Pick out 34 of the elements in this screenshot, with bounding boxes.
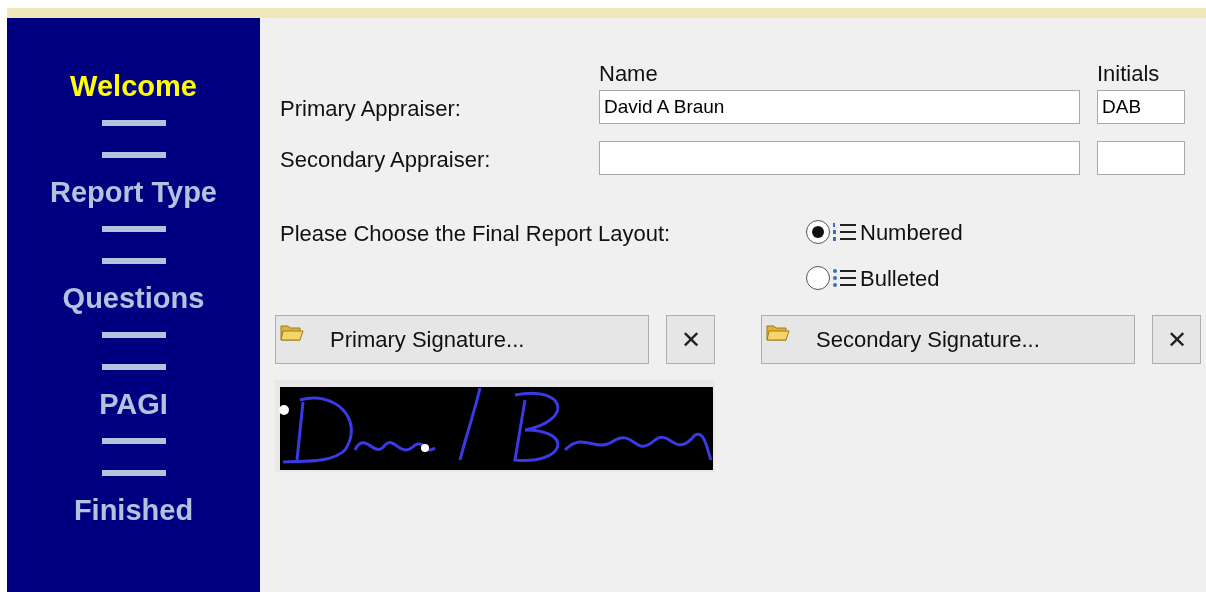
- clear-button[interactable]: ✕: [1152, 315, 1201, 364]
- radio-button[interactable]: [806, 220, 830, 244]
- radio-option[interactable]: Bulleted: [806, 255, 940, 301]
- layout-label: Please Choose the Final Report Layout:: [280, 220, 672, 248]
- sidebar-item[interactable]: Welcome: [70, 68, 197, 104]
- signature-button[interactable]: Primary Signature...: [275, 315, 649, 364]
- signature-button[interactable]: Secondary Signature...: [761, 315, 1135, 364]
- initials-field[interactable]: [1097, 141, 1185, 175]
- field-label: Secondary Appraiser:: [280, 146, 492, 174]
- bulleted-list-icon: [832, 266, 858, 290]
- name-field[interactable]: David A Braun: [599, 90, 1080, 124]
- field-label: Primary Appraiser:: [280, 95, 462, 123]
- step-dash: [101, 470, 166, 476]
- step-dash: [101, 258, 166, 264]
- step-dash: [101, 364, 166, 370]
- step-dash: [101, 332, 166, 338]
- step-dash: [101, 438, 166, 444]
- sidebar-item[interactable]: Finished: [73, 492, 194, 528]
- sidebar-item[interactable]: Report Type: [49, 174, 217, 210]
- column-header: Initials: [1097, 62, 1161, 86]
- folder-icon: [280, 322, 304, 342]
- folder-icon: [766, 322, 790, 342]
- initials-field[interactable]: DAB: [1097, 90, 1185, 124]
- step-dash: [101, 152, 166, 158]
- numbered-list-icon: [832, 220, 858, 244]
- clear-button[interactable]: ✕: [666, 315, 715, 364]
- radio-button[interactable]: [806, 266, 830, 290]
- sidebar-item[interactable]: PAGI: [99, 386, 168, 422]
- name-field[interactable]: [599, 141, 1080, 175]
- column-header: Name: [599, 62, 659, 86]
- radio-option[interactable]: Numbered: [806, 209, 963, 255]
- step-dash: [101, 120, 166, 126]
- sidebar-item[interactable]: Questions: [62, 280, 205, 316]
- step-dash: [101, 226, 166, 232]
